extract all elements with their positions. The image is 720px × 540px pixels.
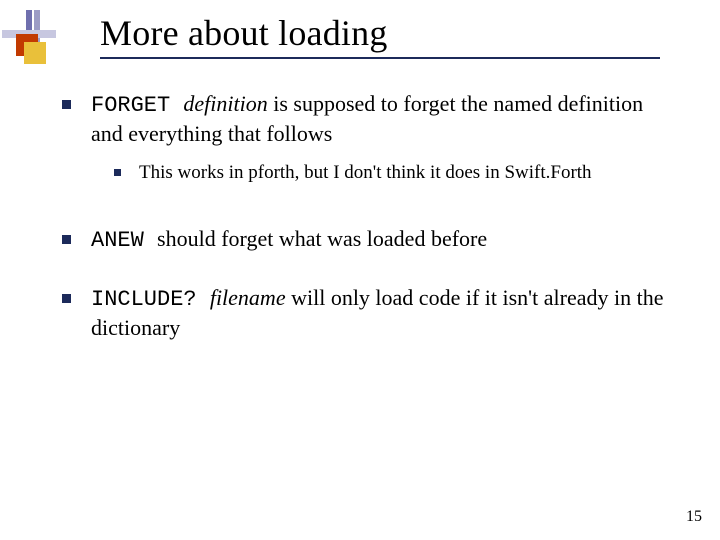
logo-decoration [2,10,56,54]
content-area: FORGET definition is supposed to forget … [62,90,670,355]
bullet-icon [114,169,121,176]
bullet-text: INCLUDE? filename will only load code if… [91,284,670,341]
title-underline [100,57,660,59]
slide: More about loading FORGET definition is … [0,0,720,540]
code-span: FORGET [91,93,183,118]
text-span: should forget what was loaded before [157,226,487,251]
italic-span: definition [183,91,267,116]
bullet-icon [62,294,71,303]
code-span: INCLUDE? [91,287,210,312]
page-number: 15 [686,508,702,526]
italic-span: filename [210,285,286,310]
bullet-text: FORGET definition is supposed to forget … [91,90,670,147]
list-item: INCLUDE? filename will only load code if… [62,284,670,341]
bullet-icon [62,100,71,109]
list-item: ANEW should forget what was loaded befor… [62,225,670,255]
list-item-sub: This works in pforth, but I don't think … [114,161,670,185]
title-block: More about loading [100,12,660,59]
page-title: More about loading [100,12,660,54]
list-item: FORGET definition is supposed to forget … [62,90,670,147]
bullet-text: ANEW should forget what was loaded befor… [91,225,670,255]
code-span: ANEW [91,228,157,253]
bullet-text: This works in pforth, but I don't think … [139,161,670,185]
bullet-icon [62,235,71,244]
